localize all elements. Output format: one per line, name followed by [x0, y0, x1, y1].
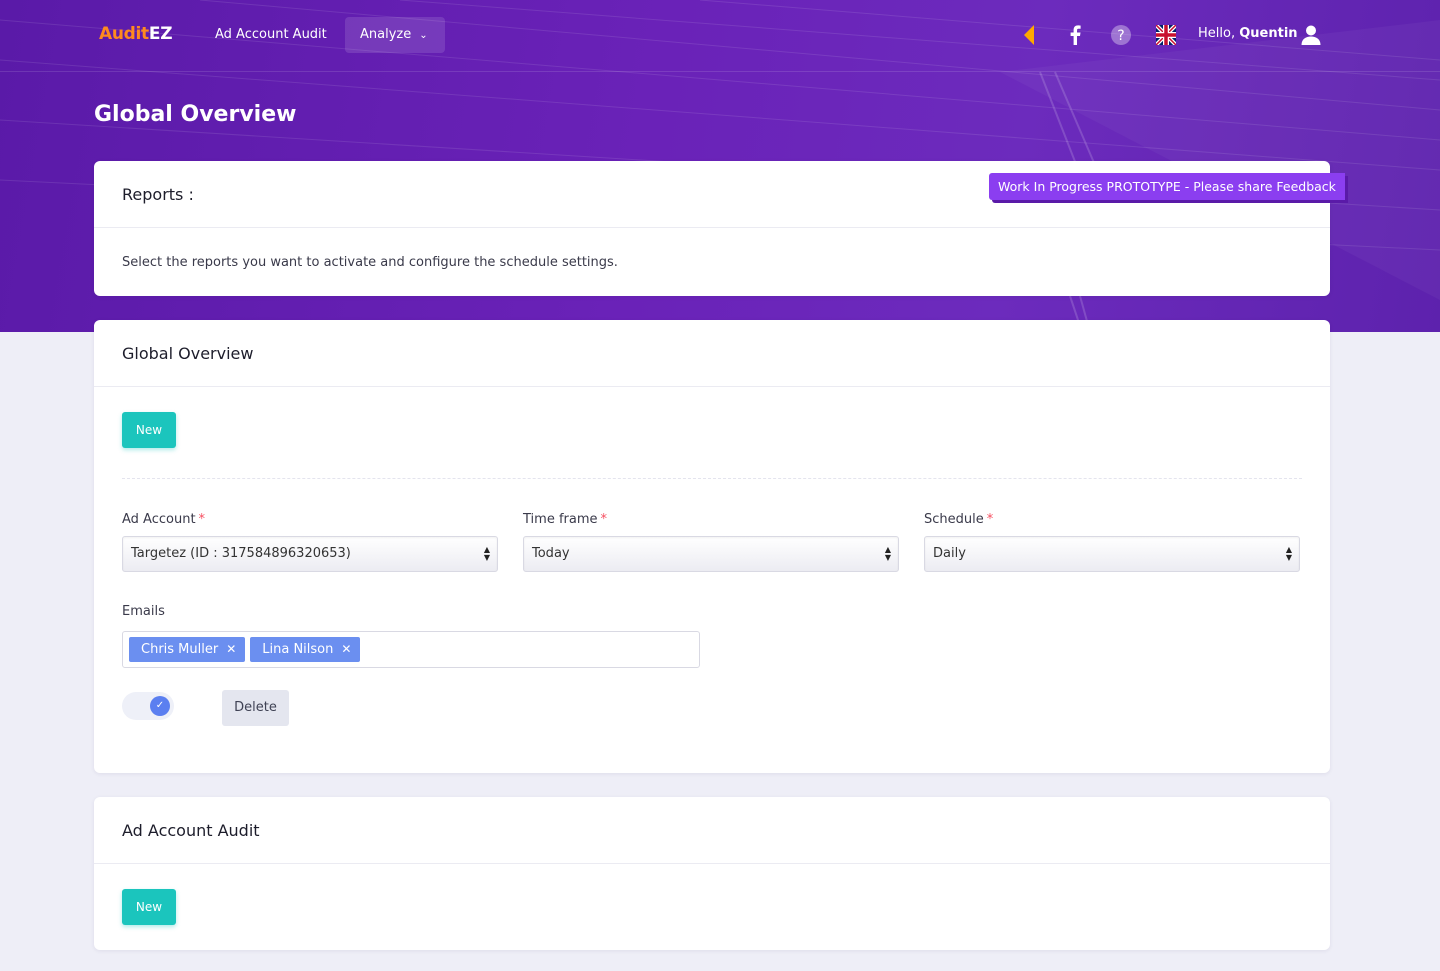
- nav-analyze-dropdown[interactable]: Analyze ⌄: [345, 17, 445, 53]
- audit-new-button[interactable]: New: [122, 889, 176, 925]
- schedule-select[interactable]: Daily ▲ ▼: [924, 536, 1300, 572]
- schedule-label-text: Schedule: [924, 512, 984, 527]
- user-greeting: Hello, Quentin: [1198, 26, 1298, 41]
- time-frame-select[interactable]: Today ▲ ▼: [523, 536, 899, 572]
- brand-logo[interactable]: AuditEZ: [99, 24, 173, 44]
- required-marker: *: [600, 512, 608, 527]
- facebook-icon[interactable]: [1062, 22, 1088, 48]
- select-arrows-icon: ▲ ▼: [884, 545, 891, 562]
- email-tag-label: Chris Muller: [141, 642, 219, 657]
- schedule-value: Daily: [933, 546, 966, 561]
- help-icon[interactable]: ?: [1108, 22, 1134, 48]
- brand-logo-part2: EZ: [148, 24, 173, 44]
- select-arrows-icon: ▲ ▼: [1285, 545, 1292, 562]
- emails-tag-input[interactable]: Chris Muller ✕ Lina Nilson ✕: [122, 631, 700, 668]
- global-overview-title: Global Overview: [122, 343, 254, 363]
- global-overview-header: Global Overview: [94, 320, 1330, 387]
- svg-text:?: ?: [1117, 28, 1124, 44]
- reports-description: Select the reports you want to activate …: [122, 255, 618, 270]
- page-title: Global Overview: [94, 102, 297, 127]
- section-divider: [122, 478, 1302, 479]
- uk-flag-icon[interactable]: [1153, 22, 1179, 48]
- ad-account-audit-body: New: [94, 864, 1330, 925]
- global-overview-body: New: [94, 387, 1330, 479]
- email-tag[interactable]: Lina Nilson ✕: [250, 637, 361, 662]
- user-icon[interactable]: [1298, 22, 1324, 48]
- global-new-button[interactable]: New: [122, 412, 176, 448]
- check-icon: ✓: [150, 696, 170, 716]
- close-icon[interactable]: ✕: [341, 642, 351, 656]
- ad-account-value: Targetez (ID : 317584896320653): [131, 546, 351, 561]
- ad-account-audit-card: Ad Account Audit New: [94, 797, 1330, 950]
- email-tag-label: Lina Nilson: [262, 642, 334, 657]
- wip-feedback-banner[interactable]: Work In Progress PROTOTYPE - Please shar…: [989, 173, 1345, 200]
- time-frame-value: Today: [532, 546, 570, 561]
- required-marker: *: [986, 512, 994, 527]
- brand-logo-part1: Audit: [99, 24, 149, 44]
- reports-card-title: Reports :: [122, 184, 194, 204]
- schedule-label: Schedule *: [924, 512, 993, 527]
- top-navbar: AuditEZ Ad Account Audit Analyze ⌄ ? Hell…: [0, 0, 1440, 72]
- greeting-text: Hello,: [1198, 26, 1236, 41]
- reports-card-body: Select the reports you want to activate …: [94, 228, 1330, 270]
- select-arrows-icon: ▲ ▼: [483, 545, 490, 562]
- email-tag[interactable]: Chris Muller ✕: [129, 637, 246, 662]
- time-frame-label: Time frame *: [523, 512, 607, 527]
- back-arrow-icon[interactable]: [1016, 22, 1042, 48]
- delete-button[interactable]: Delete: [222, 690, 289, 726]
- time-frame-label-text: Time frame: [523, 512, 598, 527]
- chevron-down-icon: ⌄: [419, 30, 428, 41]
- ad-account-audit-title: Ad Account Audit: [122, 820, 260, 840]
- nav-ad-account-audit[interactable]: Ad Account Audit: [200, 17, 342, 53]
- nav-analyze-label: Analyze: [360, 27, 412, 42]
- user-name: Quentin: [1239, 26, 1298, 41]
- ad-account-label-text: Ad Account: [122, 512, 196, 527]
- report-active-toggle[interactable]: ✓: [122, 692, 174, 720]
- ad-account-label: Ad Account *: [122, 512, 205, 527]
- emails-label: Emails: [122, 604, 165, 619]
- required-marker: *: [198, 512, 206, 527]
- ad-account-select[interactable]: Targetez (ID : 317584896320653) ▲ ▼: [122, 536, 498, 572]
- ad-account-audit-header: Ad Account Audit: [94, 797, 1330, 864]
- close-icon[interactable]: ✕: [226, 642, 236, 656]
